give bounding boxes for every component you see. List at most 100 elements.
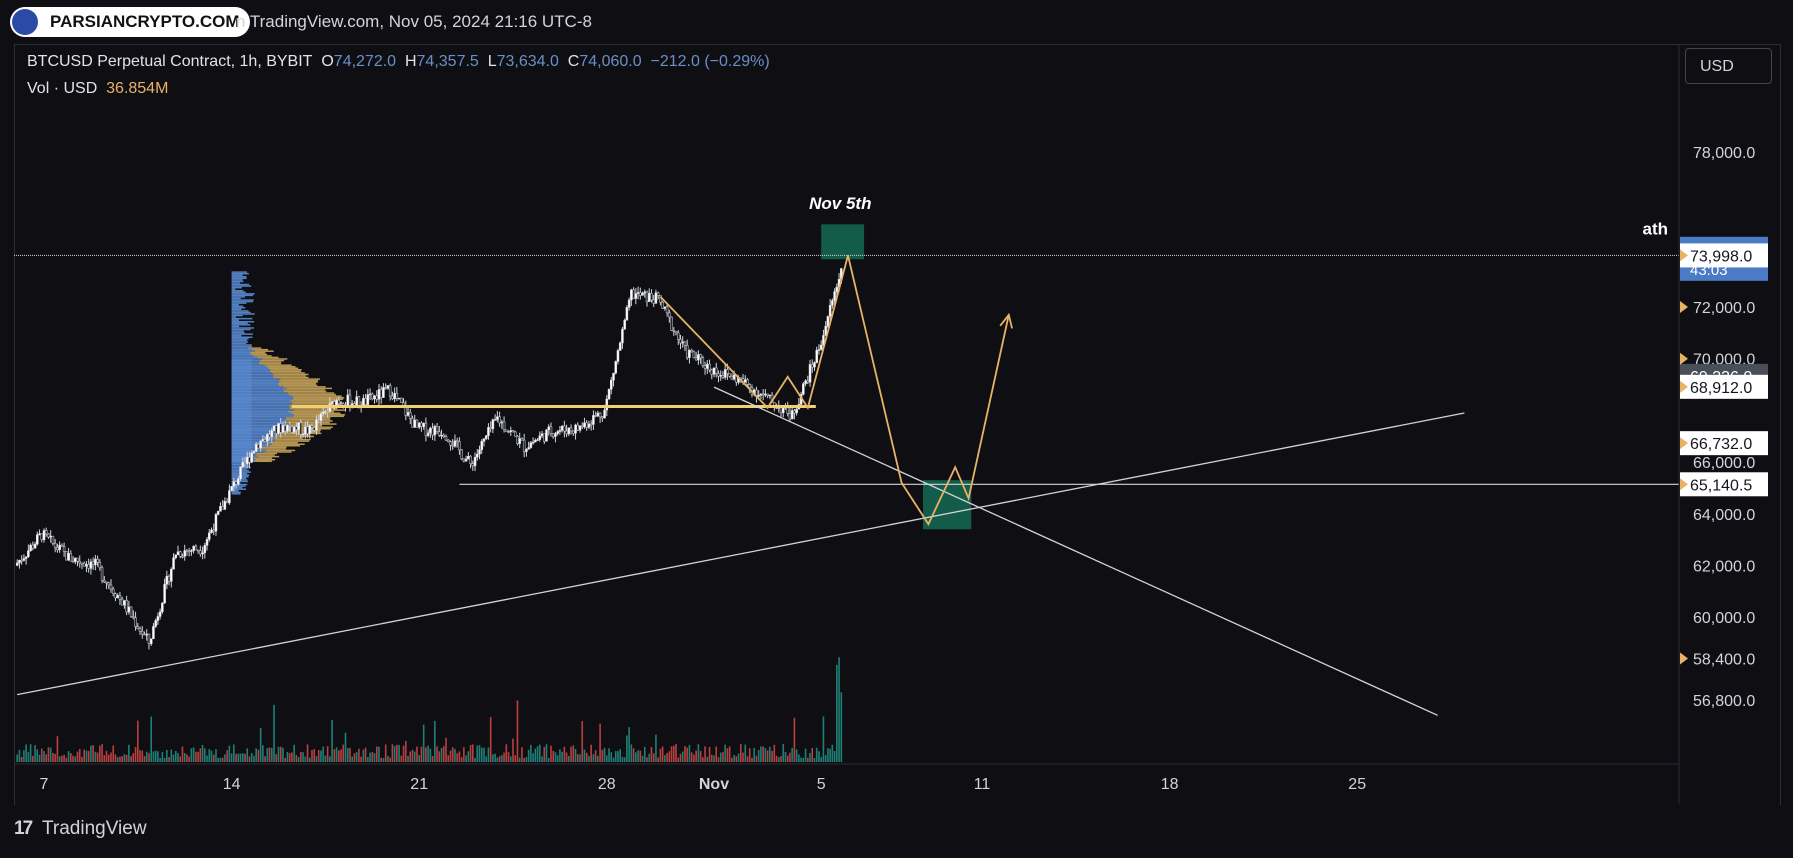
volume-bar: [364, 747, 367, 762]
volume-label[interactable]: Vol · USD: [27, 80, 97, 97]
candle-body: [728, 373, 731, 377]
volume-bar: [494, 753, 496, 762]
candle-body: [248, 456, 251, 463]
tradingview-brand[interactable]: 17 TradingView: [14, 818, 147, 840]
volume-bar: [192, 747, 195, 762]
open-label: O: [321, 53, 334, 70]
candle-body: [301, 433, 305, 436]
volume-bar: [702, 757, 704, 762]
volume-bar: [592, 754, 595, 762]
volume-bar: [313, 749, 316, 762]
volume-bar: [217, 757, 219, 762]
ohlc-legend: BTCUSD Perpetual Contract, 1h, BYBIT O74…: [27, 53, 770, 71]
candle-body: [62, 546, 66, 552]
volume-bar: [684, 746, 686, 762]
volume-bar: [769, 746, 771, 762]
candle-body: [129, 606, 133, 617]
candle-body: [82, 563, 86, 567]
volume-bar: [411, 749, 414, 762]
candle-body: [241, 462, 245, 468]
volume-bar: [501, 755, 503, 762]
volume-bar: [836, 664, 838, 762]
profile-row: [231, 317, 253, 320]
candle-body: [67, 553, 70, 561]
candle-body: [806, 380, 810, 383]
profile-row: [231, 279, 243, 281]
candle-body: [47, 533, 50, 538]
profile-row: [262, 358, 288, 360]
candle-body: [534, 440, 537, 443]
candle-body: [487, 427, 490, 436]
price-chart[interactable]: 7 14 21 28 Nov 5 11 18 25 78,000.072,000.070,000…: [0, 0, 1793, 858]
profile-row: [273, 373, 309, 376]
candle-body: [185, 550, 189, 552]
volume-bar: [418, 755, 420, 762]
profile-row: [231, 334, 242, 337]
candle-body: [250, 452, 253, 463]
profile-row: [231, 299, 254, 301]
candle-body: [210, 529, 213, 534]
candle-body: [317, 419, 320, 422]
volume-bar: [128, 744, 130, 762]
volume-bar: [103, 755, 106, 762]
volume-bar: [119, 756, 121, 762]
volume-bar: [284, 757, 286, 762]
candle-body: [614, 361, 617, 374]
candle-body: [310, 425, 314, 428]
volume-bar: [719, 752, 722, 762]
volume-bar: [478, 745, 481, 762]
profile-row: [231, 320, 255, 323]
volume-bar: [438, 751, 441, 762]
candle-body: [259, 440, 262, 449]
candle-body: [808, 364, 812, 383]
volume-bar: [353, 753, 356, 762]
profile-row: [231, 271, 247, 273]
profile-row: [231, 491, 241, 494]
price-tag-label: 73,998.0: [1690, 248, 1752, 265]
profile-row: [231, 338, 249, 340]
candle-body: [283, 425, 287, 432]
volume-bar: [183, 752, 186, 762]
volume-bar: [315, 756, 318, 762]
volume-bar: [679, 753, 682, 762]
candle-body: [545, 429, 548, 442]
volume-bar: [688, 744, 691, 762]
candle-body: [315, 419, 318, 431]
volume-bar: [789, 752, 791, 762]
volume-bar: [349, 747, 351, 762]
volume-bar: [706, 756, 709, 762]
volume-bar: [657, 757, 659, 762]
candle-body: [518, 438, 521, 444]
candle-body: [221, 506, 224, 510]
candle-body: [15, 562, 19, 566]
volume-bar: [78, 749, 81, 762]
volume-bar: [81, 756, 83, 762]
profile-row: [231, 296, 246, 298]
candle-body: [371, 393, 374, 400]
candle-body: [27, 550, 30, 557]
candle-body: [699, 354, 702, 359]
candle-body: [324, 411, 327, 413]
volume-bar: [661, 746, 664, 762]
candle-body: [482, 438, 486, 442]
candle-body: [312, 427, 316, 431]
candle-body: [433, 426, 437, 436]
volume-bar: [802, 757, 805, 762]
volume-bar: [773, 744, 776, 762]
candle-body: [85, 564, 88, 567]
candle-body: [330, 401, 334, 404]
volume-bar: [603, 747, 606, 762]
volume-bar: [20, 756, 23, 762]
candle-body: [393, 393, 396, 400]
currency-button[interactable]: USD: [1685, 48, 1772, 84]
volume-bar: [681, 751, 684, 762]
symbol-title[interactable]: BTCUSD Perpetual Contract, 1h, BYBIT: [27, 53, 312, 70]
volume-bar: [690, 752, 693, 762]
profile-row: [231, 302, 247, 304]
volume-bar: [38, 754, 41, 762]
candle-body: [458, 441, 461, 451]
profile-row: [258, 361, 282, 363]
candle-body: [417, 422, 421, 428]
profile-row: [253, 460, 272, 463]
candle-body: [397, 397, 401, 400]
